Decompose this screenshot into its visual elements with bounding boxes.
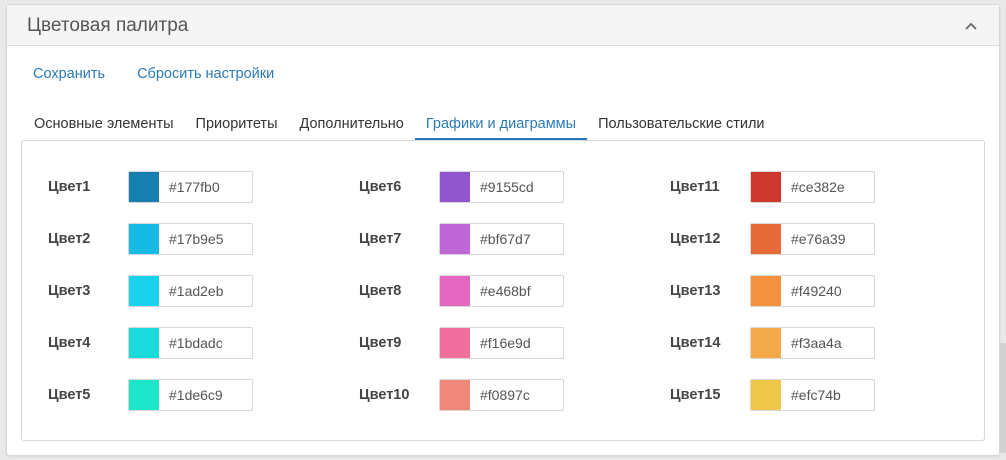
color-row: Цвет4 #1bdadc <box>48 327 348 379</box>
color-row: Цвет15 #efc74b <box>670 379 970 431</box>
save-button[interactable]: Сохранить <box>33 66 105 82</box>
color-swatch[interactable] <box>440 172 470 202</box>
tab-custom-styles[interactable]: Пользовательские стили <box>587 112 775 141</box>
color-picker[interactable]: #1de6c9 <box>128 379 253 411</box>
color-row: Цвет6 #9155cd <box>359 171 659 223</box>
color-row: Цвет13 #f49240 <box>670 275 970 327</box>
color-picker[interactable]: #f0897c <box>439 379 564 411</box>
color-row: Цвет1 #177fb0 <box>48 171 348 223</box>
color-label: Цвет15 <box>670 387 721 403</box>
panel-title: Цветовая палитра <box>27 15 189 36</box>
color-swatch[interactable] <box>440 328 470 358</box>
tab-bar: Основные элементы Приоритеты Дополнитель… <box>23 112 776 141</box>
color-row: Цвет3 #1ad2eb <box>48 275 348 327</box>
color-hex-value[interactable]: #f49240 <box>781 276 842 306</box>
color-picker[interactable]: #f16e9d <box>439 327 564 359</box>
page-scrollbar[interactable] <box>1000 343 1006 453</box>
color-column-2: Цвет6 #9155cd Цвет7 #bf67d7 Цвет8 #e468b… <box>359 171 659 431</box>
color-swatch[interactable] <box>751 224 781 254</box>
color-swatch[interactable] <box>751 276 781 306</box>
chevron-up-icon[interactable] <box>963 18 979 34</box>
color-hex-value[interactable]: #1de6c9 <box>159 380 223 410</box>
color-label: Цвет11 <box>670 179 720 195</box>
color-swatch[interactable] <box>129 328 159 358</box>
color-row: Цвет7 #bf67d7 <box>359 223 659 275</box>
color-picker[interactable]: #177fb0 <box>128 171 253 203</box>
color-picker[interactable]: #f49240 <box>750 275 875 307</box>
color-hex-value[interactable]: #177fb0 <box>159 172 220 202</box>
color-picker[interactable]: #9155cd <box>439 171 564 203</box>
color-swatch[interactable] <box>129 380 159 410</box>
tab-additional[interactable]: Дополнительно <box>289 112 415 141</box>
color-hex-value[interactable]: #ce382e <box>781 172 845 202</box>
color-column-3: Цвет11 #ce382e Цвет12 #e76a39 Цвет13 #f4… <box>670 171 970 431</box>
color-row: Цвет12 #e76a39 <box>670 223 970 275</box>
color-row: Цвет2 #17b9e5 <box>48 223 348 275</box>
color-row: Цвет10 #f0897c <box>359 379 659 431</box>
color-hex-value[interactable]: #1bdadc <box>159 328 223 358</box>
color-swatch[interactable] <box>751 380 781 410</box>
color-picker[interactable]: #bf67d7 <box>439 223 564 255</box>
tab-charts-diagrams[interactable]: Графики и диаграммы <box>414 112 588 141</box>
color-picker[interactable]: #e468bf <box>439 275 564 307</box>
color-row: Цвет5 #1de6c9 <box>48 379 348 431</box>
panel-header: Цветовая палитра <box>7 5 999 46</box>
color-label: Цвет14 <box>670 335 721 351</box>
color-swatch[interactable] <box>129 172 159 202</box>
color-picker[interactable]: #e76a39 <box>750 223 875 255</box>
color-row: Цвет14 #f3aa4a <box>670 327 970 379</box>
color-swatch[interactable] <box>751 328 781 358</box>
color-hex-value[interactable]: #9155cd <box>470 172 534 202</box>
color-label: Цвет4 <box>48 335 91 351</box>
tab-content: Цвет1 #177fb0 Цвет2 #17b9e5 Цвет3 #1ad2e… <box>21 140 985 441</box>
color-hex-value[interactable]: #f16e9d <box>470 328 531 358</box>
color-swatch[interactable] <box>440 224 470 254</box>
color-hex-value[interactable]: #1ad2eb <box>159 276 224 306</box>
tab-main-elements[interactable]: Основные элементы <box>23 112 185 141</box>
action-links: Сохранить Сбросить настройки <box>33 66 274 82</box>
color-picker[interactable]: #1bdadc <box>128 327 253 359</box>
color-swatch[interactable] <box>440 276 470 306</box>
color-label: Цвет10 <box>359 387 410 403</box>
color-label: Цвет5 <box>48 387 91 403</box>
color-row: Цвет9 #f16e9d <box>359 327 659 379</box>
color-swatch[interactable] <box>129 276 159 306</box>
tab-priorities[interactable]: Приоритеты <box>185 112 289 141</box>
color-hex-value[interactable]: #e468bf <box>470 276 531 306</box>
color-hex-value[interactable]: #f3aa4a <box>781 328 842 358</box>
reset-settings-button[interactable]: Сбросить настройки <box>137 66 274 82</box>
color-label: Цвет12 <box>670 231 721 247</box>
color-swatch[interactable] <box>440 380 470 410</box>
color-label: Цвет6 <box>359 179 402 195</box>
color-hex-value[interactable]: #e76a39 <box>781 224 846 254</box>
color-hex-value[interactable]: #17b9e5 <box>159 224 224 254</box>
color-label: Цвет8 <box>359 283 402 299</box>
color-hex-value[interactable]: #efc74b <box>781 380 841 410</box>
color-column-1: Цвет1 #177fb0 Цвет2 #17b9e5 Цвет3 #1ad2e… <box>48 171 348 431</box>
color-picker[interactable]: #efc74b <box>750 379 875 411</box>
color-hex-value[interactable]: #f0897c <box>470 380 530 410</box>
color-label: Цвет1 <box>48 179 91 195</box>
color-label: Цвет3 <box>48 283 91 299</box>
color-hex-value[interactable]: #bf67d7 <box>470 224 531 254</box>
color-row: Цвет8 #e468bf <box>359 275 659 327</box>
color-picker[interactable]: #f3aa4a <box>750 327 875 359</box>
color-label: Цвет13 <box>670 283 721 299</box>
color-label: Цвет9 <box>359 335 402 351</box>
color-palette-panel: Цветовая палитра Сохранить Сбросить наст… <box>6 4 1000 456</box>
color-row: Цвет11 #ce382e <box>670 171 970 223</box>
color-swatch[interactable] <box>751 172 781 202</box>
color-label: Цвет2 <box>48 231 91 247</box>
color-picker[interactable]: #1ad2eb <box>128 275 253 307</box>
color-picker[interactable]: #ce382e <box>750 171 875 203</box>
color-swatch[interactable] <box>129 224 159 254</box>
color-label: Цвет7 <box>359 231 402 247</box>
color-picker[interactable]: #17b9e5 <box>128 223 253 255</box>
